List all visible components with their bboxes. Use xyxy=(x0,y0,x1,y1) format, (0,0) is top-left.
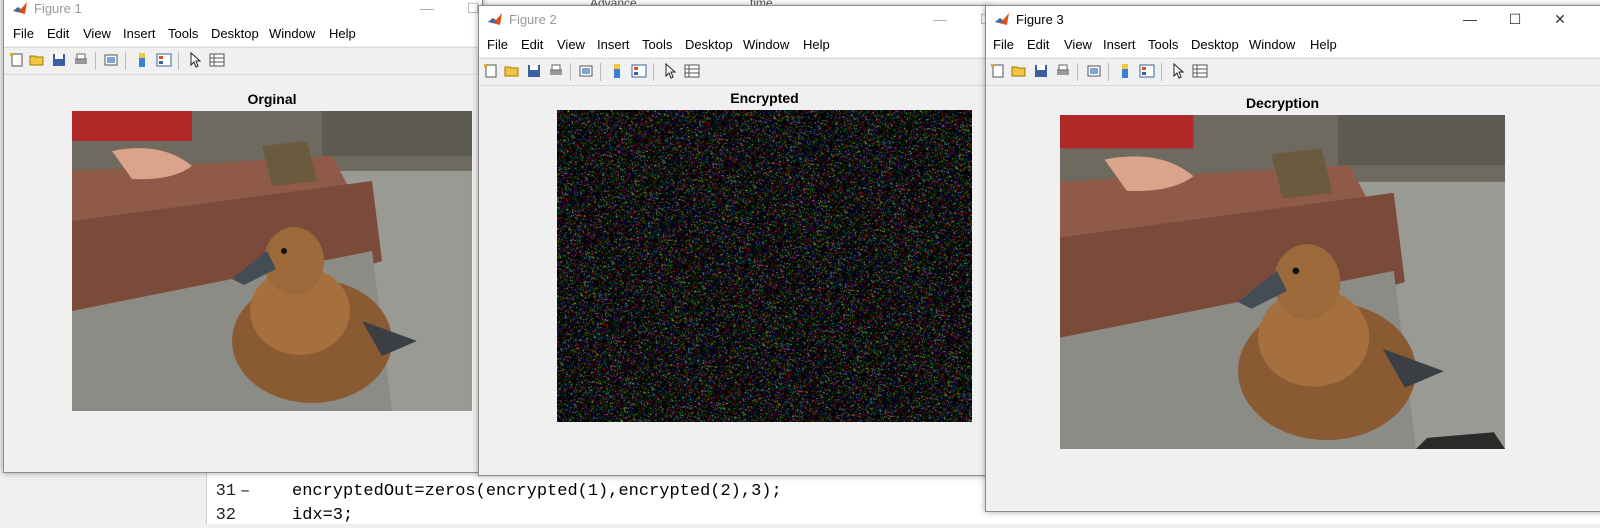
figure-1-window[interactable]: Figure 1 — ☐ File Edit View Insert Tools… xyxy=(3,0,483,473)
axes-title: Encrypted xyxy=(730,90,799,106)
title-bar[interactable]: Figure 3 — ☐ ✕ xyxy=(986,6,1600,33)
property-inspector-icon[interactable] xyxy=(209,52,225,68)
menu-tools[interactable]: Tools xyxy=(642,37,672,52)
new-figure-icon[interactable] xyxy=(9,52,25,68)
menu-desktop[interactable]: Desktop xyxy=(1191,37,1239,52)
legend-icon[interactable] xyxy=(1139,63,1155,79)
toolbar-separator xyxy=(570,63,571,81)
window-title: Figure 1 xyxy=(34,1,82,16)
print-preview-icon[interactable] xyxy=(1086,63,1102,79)
menu-edit[interactable]: Edit xyxy=(1027,37,1049,52)
menu-tools[interactable]: Tools xyxy=(168,26,198,41)
figure-3-window[interactable]: Figure 3 — ☐ ✕ File Edit View Insert Too… xyxy=(985,5,1600,512)
axes-title: Orginal xyxy=(247,91,297,107)
encrypted-noise-image xyxy=(557,110,972,422)
save-icon[interactable] xyxy=(1033,63,1049,79)
code-line[interactable]: 32 idx=3; xyxy=(206,504,1006,528)
menu-window[interactable]: Window xyxy=(1249,37,1295,52)
print-preview-icon[interactable] xyxy=(103,52,119,68)
minimize-button[interactable]: — xyxy=(917,6,963,33)
menu-view[interactable]: View xyxy=(1064,37,1092,52)
menu-insert[interactable]: Insert xyxy=(597,37,630,52)
legend-icon[interactable] xyxy=(156,52,172,68)
open-file-icon[interactable] xyxy=(1011,63,1027,79)
matlab-icon xyxy=(488,13,502,25)
matlab-icon xyxy=(995,13,1009,25)
figure-toolbar xyxy=(4,47,482,75)
menu-insert[interactable]: Insert xyxy=(1103,37,1136,52)
breakpoint-marker[interactable]: – xyxy=(240,482,250,501)
line-number: 31 xyxy=(215,482,236,501)
save-icon[interactable] xyxy=(526,63,542,79)
print-icon[interactable] xyxy=(548,63,564,79)
property-inspector-icon[interactable] xyxy=(684,63,700,79)
open-file-icon[interactable] xyxy=(504,63,520,79)
menu-window[interactable]: Window xyxy=(743,37,789,52)
menu-help[interactable]: Help xyxy=(1310,37,1337,52)
decrypted-duck-image xyxy=(1060,115,1505,449)
title-bar[interactable]: Figure 1 — ☐ xyxy=(4,0,482,22)
toolbar-separator xyxy=(95,52,96,70)
save-icon[interactable] xyxy=(51,52,67,68)
print-preview-icon[interactable] xyxy=(578,63,594,79)
figure-toolbar xyxy=(986,58,1600,86)
menu-window[interactable]: Window xyxy=(269,26,315,41)
menu-bar: File Edit View Insert Tools Desktop Wind… xyxy=(986,33,1600,57)
minimize-button[interactable]: — xyxy=(404,0,450,22)
new-figure-icon[interactable] xyxy=(990,63,1006,79)
title-bar[interactable]: Figure 2 — ☐ xyxy=(479,6,989,33)
menu-desktop[interactable]: Desktop xyxy=(685,37,733,52)
window-title: Figure 2 xyxy=(509,12,557,27)
menu-edit[interactable]: Edit xyxy=(521,37,543,52)
menu-file[interactable]: File xyxy=(13,26,34,41)
menu-bar: File Edit View Insert Tools Desktop Wind… xyxy=(479,33,989,57)
axes-title: Decryption xyxy=(1245,95,1320,111)
menu-tools[interactable]: Tools xyxy=(1148,37,1178,52)
toolbar-separator xyxy=(653,63,654,81)
original-duck-image xyxy=(72,111,472,411)
noise-canvas xyxy=(557,110,972,422)
pointer-icon[interactable] xyxy=(662,63,678,79)
print-icon[interactable] xyxy=(73,52,89,68)
code-text[interactable]: idx=3; xyxy=(292,506,353,525)
code-text[interactable]: encryptedOut=zeros(encrypted(1),encrypte… xyxy=(292,482,782,501)
open-file-icon[interactable] xyxy=(29,52,45,68)
close-button[interactable]: ✕ xyxy=(1537,6,1583,33)
figure-toolbar xyxy=(479,58,989,86)
menu-help[interactable]: Help xyxy=(329,26,356,41)
colorbar-icon[interactable] xyxy=(1117,63,1133,79)
menu-bar: File Edit View Insert Tools Desktop Wind… xyxy=(4,22,482,46)
menu-insert[interactable]: Insert xyxy=(123,26,156,41)
maximize-button[interactable]: ☐ xyxy=(1492,6,1538,33)
new-figure-icon[interactable] xyxy=(483,63,499,79)
toolbar-separator xyxy=(600,63,601,81)
property-inspector-icon[interactable] xyxy=(1192,63,1208,79)
menu-help[interactable]: Help xyxy=(803,37,830,52)
pointer-icon[interactable] xyxy=(187,52,203,68)
print-icon[interactable] xyxy=(1055,63,1071,79)
menu-file[interactable]: File xyxy=(487,37,508,52)
line-number: 32 xyxy=(215,506,236,525)
minimize-button[interactable]: — xyxy=(1447,6,1493,33)
toolbar-separator xyxy=(1108,63,1109,81)
window-title: Figure 3 xyxy=(1016,12,1064,27)
legend-icon[interactable] xyxy=(631,63,647,79)
matlab-icon xyxy=(13,2,27,14)
colorbar-icon[interactable] xyxy=(134,52,150,68)
figure-2-window[interactable]: Figure 2 — ☐ File Edit View Insert Tools… xyxy=(478,5,990,476)
toolbar-separator xyxy=(1161,63,1162,81)
menu-edit[interactable]: Edit xyxy=(47,26,69,41)
colorbar-icon[interactable] xyxy=(609,63,625,79)
toolbar-separator xyxy=(1077,63,1078,81)
menu-view[interactable]: View xyxy=(557,37,585,52)
pointer-icon[interactable] xyxy=(1170,63,1186,79)
menu-view[interactable]: View xyxy=(83,26,111,41)
toolbar-separator xyxy=(178,52,179,70)
menu-desktop[interactable]: Desktop xyxy=(211,26,259,41)
code-line[interactable]: 31 – encryptedOut=zeros(encrypted(1),enc… xyxy=(206,480,1006,504)
menu-file[interactable]: File xyxy=(993,37,1014,52)
toolbar-separator xyxy=(125,52,126,70)
